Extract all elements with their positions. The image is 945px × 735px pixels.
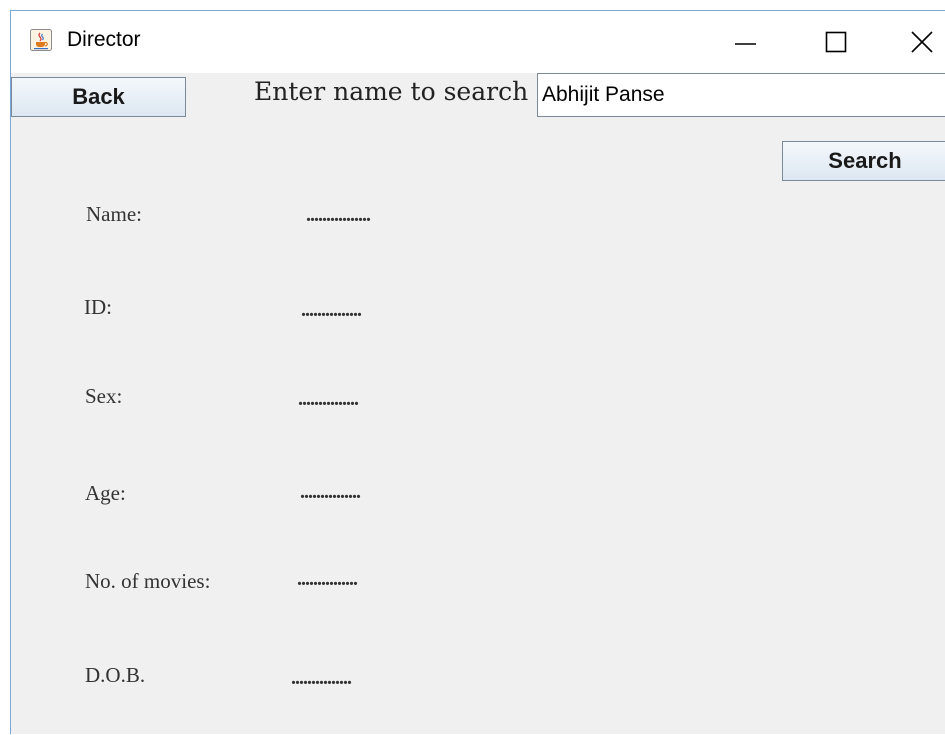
sex-value: ............... xyxy=(298,388,359,410)
name-value: ................ xyxy=(306,204,371,226)
id-value: ............... xyxy=(301,299,362,321)
close-icon[interactable] xyxy=(899,21,943,65)
content-panel: Back Enter name to search Search Name: .… xyxy=(11,73,945,735)
back-button[interactable]: Back xyxy=(11,77,186,117)
age-label: Age: xyxy=(85,481,126,505)
id-label: ID: xyxy=(84,295,112,319)
sex-label: Sex: xyxy=(85,384,123,408)
window-title: Director xyxy=(67,28,141,51)
search-button[interactable]: Search xyxy=(782,141,945,181)
minimize-icon[interactable] xyxy=(723,21,767,65)
search-input[interactable] xyxy=(537,73,945,117)
java-cup-icon xyxy=(30,29,52,51)
maximize-icon[interactable] xyxy=(814,21,858,65)
age-value: ............... xyxy=(300,481,361,503)
movies-count-value: ............... xyxy=(297,568,358,590)
dob-label: D.O.B. xyxy=(85,663,146,687)
director-window: Director Back Enter name to search Searc… xyxy=(10,10,945,734)
search-prompt-label: Enter name to search xyxy=(254,77,529,106)
title-bar[interactable]: Director xyxy=(11,11,945,73)
movies-count-label: No. of movies: xyxy=(85,569,211,593)
dob-value: ............... xyxy=(291,667,352,689)
name-label: Name: xyxy=(86,202,142,226)
